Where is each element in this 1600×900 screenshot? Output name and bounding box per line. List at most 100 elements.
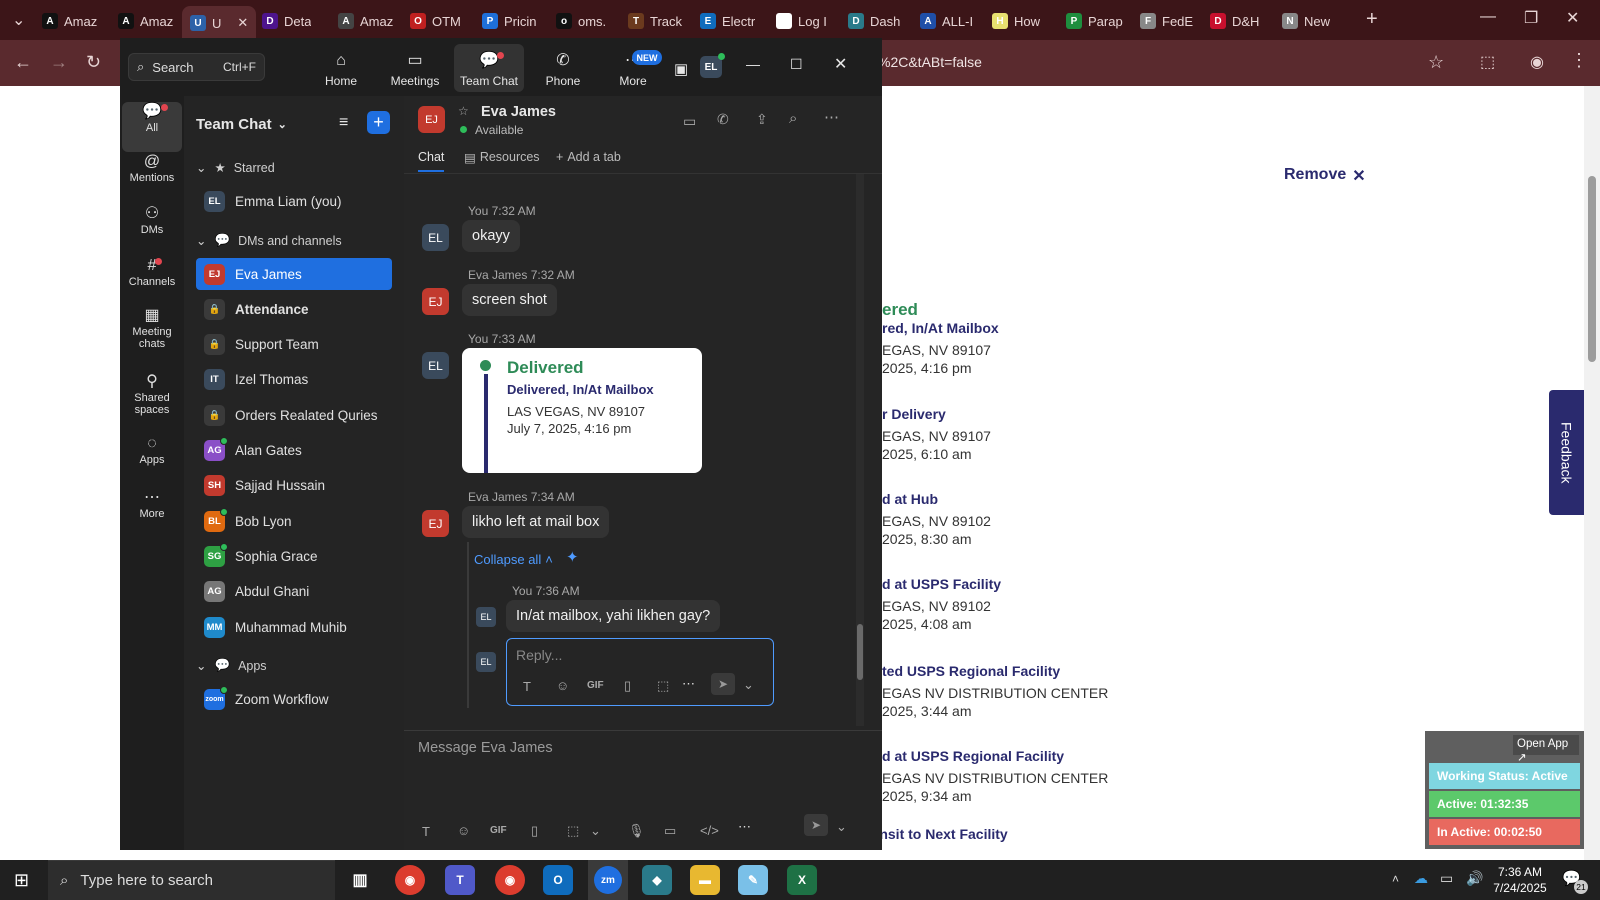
new-tab-icon[interactable]: + [1366,8,1378,31]
sidebar-item[interactable]: zoom Zoom Workflow [196,683,392,715]
remove-button[interactable]: Remove ✕ [1284,166,1366,186]
sidebar-item[interactable]: BL Bob Lyon [196,505,392,537]
chat-search-icon[interactable]: ⌕ [789,110,797,127]
browser-tab[interactable]: L Log I [776,8,827,34]
sidebar-item[interactable]: 🔒 Attendance [196,293,392,325]
sidebar-item[interactable]: 🔒 Orders Realated Quries [196,399,392,431]
url-text[interactable]: %2C&tABt=false [878,54,982,70]
close-browser-icon[interactable]: ✕ [1566,8,1579,28]
screenshot-icon[interactable]: ⬚ [567,823,579,839]
browser-tab[interactable]: P Parap [1066,8,1123,34]
phone-call-icon[interactable]: ✆ [717,111,729,128]
rail-apps[interactable]: ◌ Apps [122,436,182,467]
zoom-maximize-icon[interactable]: ☐ [790,56,803,73]
send-options-icon[interactable]: ⌄ [836,819,847,835]
file-icon[interactable]: ▯ [624,678,631,694]
message-bubble[interactable]: likho left at mail box [462,506,610,538]
send-icon[interactable]: ➤ [711,673,735,695]
reply-box[interactable]: Reply... T ☺ GIF ▯ ⬚ ⋯ ➤ ⌄ [506,638,774,706]
video-call-icon[interactable]: ▭ [683,113,696,130]
send-icon[interactable]: ➤ [804,814,828,836]
network-icon[interactable]: ▭ [1440,870,1453,887]
zoom-search[interactable]: ⌕ Search Ctrl+F [128,53,265,81]
browser-menu-icon[interactable]: ⋮ [1570,50,1588,71]
file-explorer-icon[interactable]: ▬ [690,865,720,895]
forward-icon[interactable]: → [50,52,68,73]
sparkle-icon[interactable]: ✦ [566,548,579,566]
browser-tab[interactable]: D D&H [1210,8,1259,34]
browser-tab[interactable]: E Electr [700,8,755,34]
topnav-home[interactable]: ⌂ Home [306,44,376,92]
screenshot-icon[interactable]: ⬚ [657,678,669,694]
contact-name[interactable]: Eva James [481,104,556,120]
app-icon[interactable]: ◆ [642,865,672,895]
team-chat-title[interactable]: Team Chat ⌄ [196,116,287,133]
emoji-icon[interactable]: ☺ [556,678,569,693]
restore-browser-icon[interactable]: ❐ [1524,8,1538,28]
dms-section[interactable]: ⌄ 💬 DMs and channels [196,233,342,248]
browser-tab[interactable]: P Pricin [482,8,537,34]
calendar-toggle-icon[interactable]: ▣ [674,60,688,78]
browser-tab[interactable]: o oms. [556,8,606,34]
browser-tab[interactable]: O OTM [410,8,461,34]
screenshot-attachment[interactable]: Delivered Delivered, In/At Mailbox LAS V… [462,348,702,473]
reply-bubble[interactable]: In/at mailbox, yahi likhen gay? [506,600,721,632]
sidebar-item[interactable]: EL Emma Liam (you) [196,185,392,217]
tab-search-icon[interactable]: ⌄ [12,10,25,30]
browser-tab[interactable]: D Deta [262,8,311,34]
rail-all[interactable]: 💬 All [122,102,182,152]
text-format-icon[interactable]: T [422,824,430,839]
sidebar-item[interactable]: AG Abdul Ghani [196,576,392,608]
contact-avatar[interactable]: EJ [418,106,445,133]
more-tools-icon[interactable]: ⋯ [682,676,695,692]
browser-tab[interactable]: H How [992,8,1040,34]
browser-tab[interactable]: A Amaz [338,8,393,34]
microphone-icon[interactable]: 🎙 [628,823,645,839]
text-format-icon[interactable]: T [523,679,531,694]
outlook-icon[interactable]: O [543,865,573,895]
more-tools-icon[interactable]: ⋯ [738,819,751,835]
topnav-team-chat[interactable]: 💬 Team Chat [454,44,524,92]
send-options-icon[interactable]: ⌄ [743,677,754,693]
browser-tab[interactable]: U U ✕ [182,6,257,40]
topnav-meetings[interactable]: ▭ Meetings [380,44,450,92]
volume-icon[interactable]: 🔊 [1466,870,1483,887]
rail-mentions[interactable]: @ Mentions [122,154,182,185]
browser-tab[interactable]: N New [1282,8,1330,34]
feedback-tab[interactable]: Feedback [1549,390,1584,515]
starred-section[interactable]: ⌄ ★ Starred [196,160,275,176]
message-bubble[interactable]: okayy [462,220,520,252]
browser-tab[interactable]: A Amaz [42,8,97,34]
chat-more-icon[interactable]: ⋯ [824,108,839,126]
teams-icon[interactable]: T [445,865,475,895]
tab-chat[interactable]: Chat [418,150,445,172]
code-snippet-icon[interactable]: </> [700,823,719,838]
gif-icon[interactable]: GIF [490,825,507,836]
message-bubble[interactable]: screen shot [462,284,557,316]
gif-icon[interactable]: GIF [587,680,604,691]
open-app-button[interactable]: Open App ↗ [1513,735,1579,764]
tab-resources[interactable]: ▤ Resources [464,150,540,165]
excel-icon[interactable]: X [787,865,817,895]
sidebar-item[interactable]: AG Alan Gates [196,435,392,467]
sidebar-item[interactable]: SG Sophia Grace [196,540,392,572]
topnav-phone[interactable]: ✆ Phone [528,44,598,92]
filter-icon[interactable]: ≡ [339,114,348,132]
profile-icon[interactable]: ◉ [1530,52,1544,72]
apps-section[interactable]: ⌄ 💬 Apps [196,658,267,673]
zoom-minimize-icon[interactable]: — [746,56,760,72]
sidebar-item[interactable]: EJ Eva James [196,258,392,290]
favorite-star-icon[interactable]: ☆ [458,104,469,118]
bookmark-star-icon[interactable]: ☆ [1428,52,1444,73]
minimize-browser-icon[interactable]: — [1480,8,1496,26]
tray-chevron-icon[interactable]: ˄ [1392,872,1399,886]
rail-dms[interactable]: ⚇ DMs [122,206,182,237]
chrome-icon[interactable]: ◉ [395,865,425,895]
browser-tab[interactable]: T Track [628,8,682,34]
back-icon[interactable]: ← [14,52,32,73]
reload-icon[interactable]: ↻ [86,52,101,73]
notepad-icon[interactable]: ✎ [738,865,768,895]
rail-shared-spaces[interactable]: ⚲ Shared spaces [122,374,182,417]
tab-add[interactable]: + Add a tab [556,150,621,164]
page-scrollbar-thumb[interactable] [1588,176,1596,362]
